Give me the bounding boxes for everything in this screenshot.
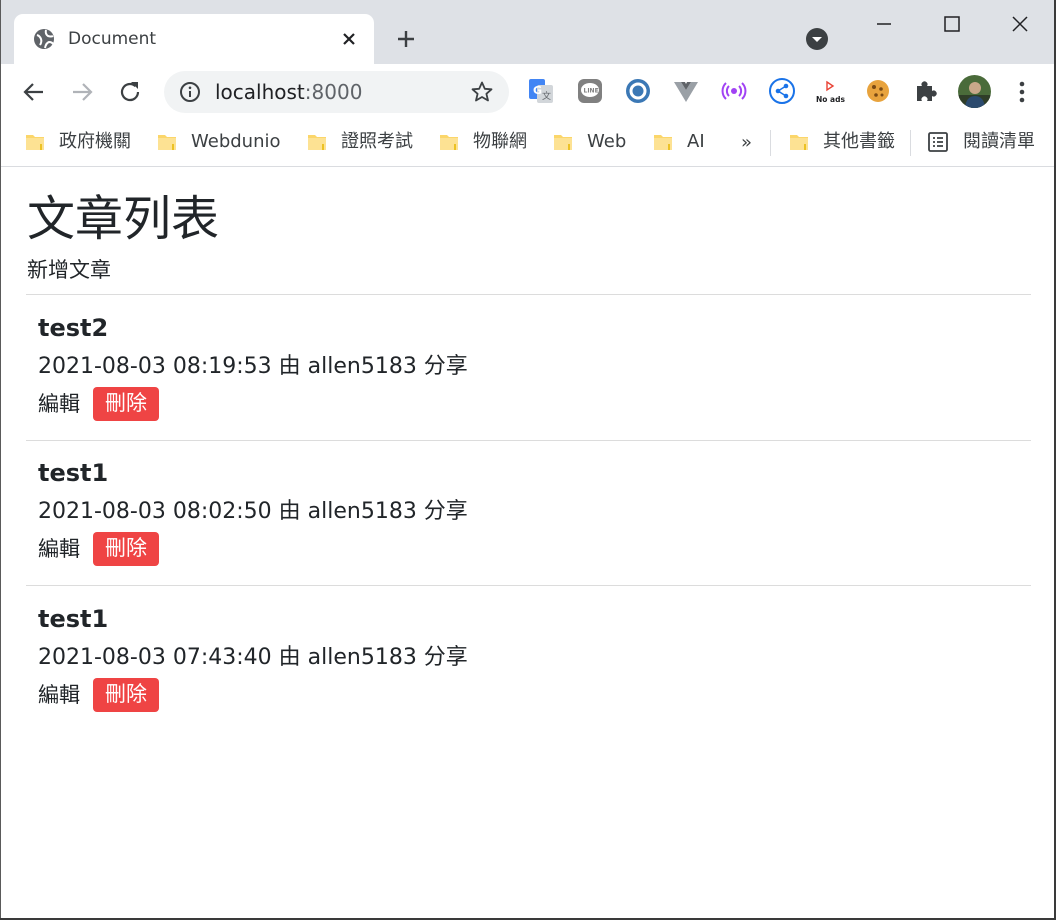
close-icon[interactable] bbox=[338, 28, 360, 50]
svg-text:G: G bbox=[533, 84, 542, 97]
new-tab-plus-icon[interactable] bbox=[394, 27, 418, 51]
globe-icon bbox=[34, 29, 54, 49]
edit-link[interactable]: 編輯 bbox=[38, 390, 80, 418]
edit-link[interactable]: 編輯 bbox=[38, 681, 80, 709]
bookmark-folder[interactable]: Webdunio bbox=[157, 129, 281, 155]
tab-title: Document bbox=[68, 29, 157, 49]
reading-list-label: 閱讀清單 bbox=[963, 131, 1035, 152]
avatar-photo-icon bbox=[958, 75, 991, 108]
delete-button[interactable]: 刪除 bbox=[93, 387, 159, 421]
more-menu-icon[interactable] bbox=[1010, 78, 1034, 106]
cookie-icon[interactable] bbox=[864, 77, 892, 105]
bookmark-label: Webdunio bbox=[191, 131, 281, 152]
bookmark-folder[interactable]: AI bbox=[653, 129, 705, 155]
minimize-icon[interactable] bbox=[870, 10, 898, 38]
delete-button[interactable]: 刪除 bbox=[93, 532, 159, 566]
bookmark-star-icon[interactable] bbox=[470, 80, 494, 104]
bookmarks-divider bbox=[770, 130, 771, 156]
page-content: 文章列表 新增文章 test2 2021-08-03 08:19:53 由 al… bbox=[0, 168, 1056, 920]
browser-toolbar: localhost:8000 G 文 LINE No ads bbox=[0, 64, 1056, 120]
post-actions: 編輯 刪除 bbox=[38, 532, 159, 566]
delete-button[interactable]: 刪除 bbox=[93, 678, 159, 712]
folder-icon bbox=[308, 135, 326, 150]
no-ads-label: No ads bbox=[816, 95, 845, 104]
browser-titlebar: Document bbox=[0, 0, 1056, 64]
back-arrow-icon[interactable] bbox=[20, 78, 48, 106]
folder-icon bbox=[158, 135, 176, 150]
list-item: test2 2021-08-03 08:19:53 由 allen5183 分享… bbox=[26, 295, 1031, 439]
folder-icon bbox=[654, 135, 672, 150]
bookmark-folder[interactable]: 政府機關 bbox=[25, 129, 131, 155]
edit-link[interactable]: 編輯 bbox=[38, 535, 80, 563]
bookmarks-overflow-chevron[interactable]: » bbox=[741, 129, 752, 155]
post-title[interactable]: test1 bbox=[38, 604, 108, 634]
no-ads-icon[interactable]: No ads bbox=[814, 77, 846, 105]
post-title[interactable]: test2 bbox=[38, 313, 108, 343]
share-icon[interactable] bbox=[768, 77, 796, 105]
url-host: localhost bbox=[215, 80, 305, 104]
line-icon[interactable]: LINE bbox=[576, 77, 604, 105]
post-meta: 2021-08-03 07:43:40 由 allen5183 分享 bbox=[38, 645, 468, 670]
list-item: test1 2021-08-03 07:43:40 由 allen5183 分享… bbox=[26, 586, 1031, 730]
browser-tab[interactable]: Document bbox=[14, 14, 374, 64]
bookmark-label: AI bbox=[687, 131, 705, 152]
list-item: test1 2021-08-03 08:02:50 由 allen5183 分享… bbox=[26, 440, 1031, 584]
broadcast-icon[interactable] bbox=[720, 77, 748, 105]
page-title: 文章列表 bbox=[27, 191, 220, 247]
post-title[interactable]: test1 bbox=[38, 458, 108, 488]
maximize-icon[interactable] bbox=[938, 10, 966, 38]
tab-search-dropdown-icon[interactable] bbox=[805, 27, 829, 51]
bookmark-label: 政府機關 bbox=[59, 131, 131, 152]
post-actions: 編輯 刪除 bbox=[38, 678, 159, 712]
bookmarks-bar: 政府機關 Webdunio 證照考試 物聯網 Web AI » 其他書籤 閱讀清… bbox=[0, 120, 1056, 167]
url-port: :8000 bbox=[304, 80, 363, 104]
forward-arrow-icon[interactable] bbox=[68, 78, 96, 106]
window-border bbox=[0, 0, 1, 920]
puzzle-icon[interactable] bbox=[912, 77, 940, 105]
bookmark-folder[interactable]: Web bbox=[553, 129, 626, 155]
post-meta: 2021-08-03 08:02:50 由 allen5183 分享 bbox=[38, 499, 468, 524]
window-close-icon[interactable] bbox=[1006, 10, 1034, 38]
address-bar[interactable]: localhost:8000 bbox=[164, 71, 509, 113]
folder-icon bbox=[26, 135, 44, 150]
o-extension-icon[interactable] bbox=[624, 77, 652, 105]
folder-icon bbox=[790, 135, 808, 150]
svg-text:文: 文 bbox=[542, 90, 551, 102]
folder-icon bbox=[554, 135, 572, 150]
bookmark-folder[interactable]: 物聯網 bbox=[439, 129, 527, 155]
bookmarks-divider bbox=[910, 130, 911, 156]
info-icon[interactable] bbox=[179, 81, 201, 103]
post-meta: 2021-08-03 08:19:53 由 allen5183 分享 bbox=[38, 354, 468, 379]
other-bookmarks-folder[interactable]: 其他書籤 bbox=[789, 129, 895, 155]
bookmark-label: Web bbox=[587, 131, 627, 152]
reload-icon[interactable] bbox=[116, 78, 144, 106]
svg-text:LINE: LINE bbox=[584, 88, 599, 95]
bookmark-folder[interactable]: 證照考試 bbox=[307, 129, 413, 155]
translate-icon[interactable]: G 文 bbox=[527, 77, 555, 105]
reading-list-icon bbox=[928, 132, 948, 152]
other-bookmarks-label: 其他書籤 bbox=[823, 131, 895, 152]
bookmark-label: 物聯網 bbox=[473, 131, 527, 152]
reading-list-button[interactable]: 閱讀清單 bbox=[927, 129, 1035, 155]
folder-icon bbox=[440, 135, 458, 150]
add-article-link[interactable]: 新增文章 bbox=[27, 256, 111, 284]
profile-avatar[interactable] bbox=[958, 75, 991, 108]
bookmark-label: 證照考試 bbox=[341, 131, 413, 152]
post-actions: 編輯 刪除 bbox=[38, 387, 159, 421]
url-text[interactable]: localhost:8000 bbox=[215, 80, 362, 104]
vue-devtools-icon[interactable] bbox=[672, 77, 700, 105]
